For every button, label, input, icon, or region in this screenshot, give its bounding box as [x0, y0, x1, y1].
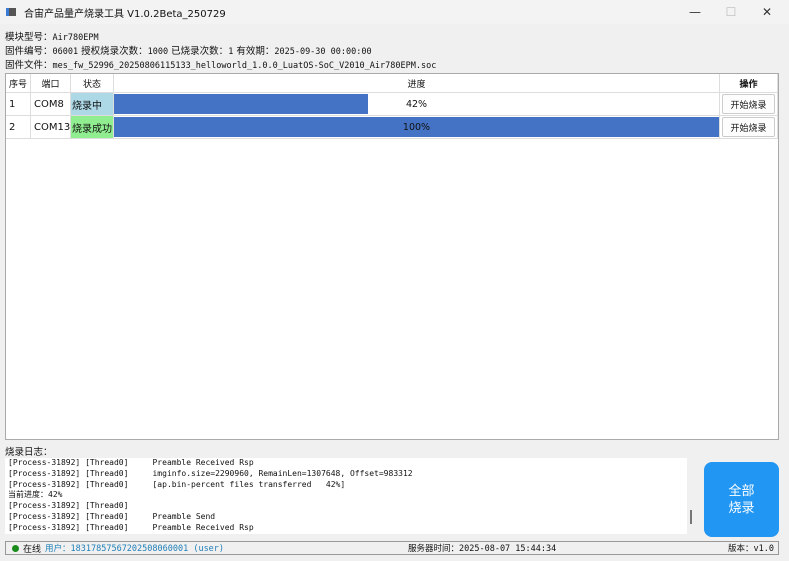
- table-row: 2 COM13 烧录成功 100% 开始烧录: [6, 116, 778, 139]
- burned-label: 已烧录次数：: [171, 46, 229, 57]
- burn-all-line1: 全部: [728, 483, 755, 499]
- valid-label: 有效期：: [236, 46, 275, 57]
- log-line: [Process-31892] [Thread0] [ap.bin-percen…: [8, 479, 346, 489]
- close-button[interactable]: ✕: [752, 4, 782, 20]
- header-action: 操作: [720, 74, 778, 93]
- header-port: 端口: [31, 74, 71, 93]
- module-value: Air780EPM: [52, 33, 99, 43]
- log-line: 当前进度：42%: [8, 490, 63, 500]
- row-no: 1: [6, 93, 31, 116]
- app-icon: [6, 8, 16, 16]
- device-table: 序号 端口 状态 进度 操作 1 COM8 烧录中 42% 开始烧录 2 COM…: [5, 73, 779, 440]
- row-no: 2: [6, 116, 31, 139]
- window-title: 合宙产品量产烧录工具 V1.0.2Beta_250729: [24, 8, 226, 20]
- header-no: 序号: [6, 74, 31, 93]
- burned-count: 1: [228, 47, 234, 57]
- module-label: 模块型号：: [5, 32, 53, 43]
- maximize-button[interactable]: ☐: [716, 4, 746, 20]
- log-line: [Process-31892] [Thread0] Preamble Send: [8, 511, 216, 521]
- start-burn-button[interactable]: 开始烧录: [722, 94, 775, 114]
- row-port: COM13: [31, 116, 71, 139]
- user-info: 用户：18317857567202508060001 (user): [45, 544, 225, 554]
- progress-text: 42%: [405, 98, 428, 110]
- status-bar: 在线 用户：18317857567202508060001 (user) 服务器…: [5, 541, 779, 555]
- header-progress: 进度: [114, 74, 720, 93]
- file-info: 固件文件：mes_fw_52996_20250806115133_hellowo…: [5, 57, 436, 71]
- log-line: [Process-31892] [Thread0]: [8, 501, 129, 511]
- header-status: 状态: [71, 74, 114, 93]
- online-text: 在线: [23, 544, 42, 555]
- file-label: 固件文件：: [5, 60, 53, 71]
- progress-bar: 100%: [114, 116, 720, 139]
- log-scrollbar[interactable]: [690, 510, 692, 524]
- start-burn-button[interactable]: 开始烧录: [722, 117, 775, 137]
- burn-all-line2: 烧录: [728, 500, 755, 516]
- auth-label: 授权烧录次数：: [81, 46, 148, 57]
- row-status: 烧录成功: [71, 116, 114, 139]
- firmware-no-label: 固件编号：: [5, 46, 53, 57]
- auth-count: 1000: [147, 47, 169, 57]
- log-line: [Process-31892] [Thread0] imginfo.size=2…: [8, 468, 413, 478]
- log-label: 烧录日志：: [5, 447, 53, 458]
- server-time: 服务器时间：2025-08-07 15:44:34: [408, 544, 557, 554]
- online-status-icon: [12, 544, 19, 552]
- row-status: 烧录中: [71, 93, 114, 116]
- title-bar: 合宙产品量产烧录工具 V1.0.2Beta_250729 — ☐ ✕: [0, 0, 789, 24]
- valid-date: 2025-09-30 00:00:00: [274, 47, 372, 57]
- progress-bar: 42%: [114, 93, 720, 116]
- module-info: 模块型号：Air780EPM: [5, 29, 99, 43]
- firmware-no: 06001: [52, 47, 79, 57]
- firmware-info: 固件编号：06001 授权烧录次数：1000 已烧录次数：1 有效期：2025-…: [5, 43, 372, 57]
- log-line: [Process-31892] [Thread0] Preamble Recei…: [8, 522, 254, 532]
- file-name: mes_fw_52996_20250806115133_helloworld_1…: [52, 61, 437, 71]
- row-port: COM8: [31, 93, 71, 116]
- burn-all-button[interactable]: 全部 烧录: [704, 462, 779, 537]
- log-output[interactable]: [Process-31892] [Thread0] Preamble Recei…: [5, 458, 687, 534]
- table-header: 序号 端口 状态 进度 操作: [6, 74, 778, 93]
- minimize-button[interactable]: —: [680, 4, 710, 20]
- table-row: 1 COM8 烧录中 42% 开始烧录: [6, 93, 778, 116]
- log-line: [Process-31892] [Thread0] Preamble Recei…: [8, 458, 254, 467]
- version: 版本：v1.0: [728, 544, 774, 554]
- progress-text: 100%: [402, 121, 431, 133]
